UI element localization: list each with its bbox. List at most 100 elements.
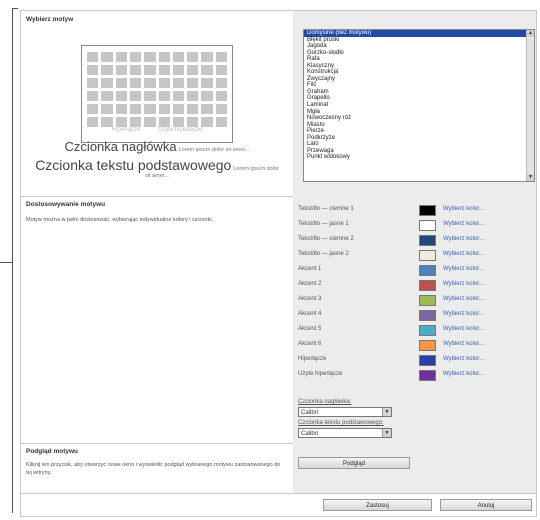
pick-color-link[interactable]: Wybierz kolor... <box>443 281 484 287</box>
thumbnail-cell <box>129 117 142 127</box>
color-row: Tekst/tło — ciemne 2 Wybierz kolor... <box>293 234 536 246</box>
thumbnail-cell <box>201 117 213 127</box>
thumbnail-cell <box>115 104 127 114</box>
scroll-down-icon[interactable]: ▼ <box>527 174 534 181</box>
thumbnail-cell <box>172 65 185 75</box>
thumbnail-cell <box>144 78 156 88</box>
thumbnail-cell <box>215 52 227 62</box>
color-swatch[interactable] <box>419 295 436 306</box>
thumbnail-cell <box>158 52 170 62</box>
pick-color-link[interactable]: Wybierz kolor... <box>443 341 484 347</box>
color-row: Tekst/tło — jasne 2 Wybierz kolor... <box>293 249 536 261</box>
color-label: Tekst/tło — ciemne 1 <box>298 206 354 212</box>
select-theme-section: Wybierz motyw Hiperłącze Użyte hiperłącz… <box>21 11 536 197</box>
thumbnail-cell <box>172 78 185 88</box>
theme-listbox[interactable]: Domyślne (bez motywu) Błękit pruski Jagoda… <box>303 29 535 182</box>
apply-button[interactable]: Zastosuj <box>323 499 432 511</box>
thumbnail-cell <box>187 91 199 101</box>
thumbnail-cell <box>215 91 227 101</box>
thumbnail-cell <box>115 78 127 88</box>
thumbnail-cell <box>101 91 113 101</box>
thumbnail-cell <box>101 65 113 75</box>
chevron-down-icon[interactable]: ▼ <box>382 429 391 437</box>
color-swatch[interactable] <box>419 340 436 351</box>
color-swatch[interactable] <box>419 325 436 336</box>
preview-body-lorem-2: sit amet... <box>145 173 169 179</box>
thumbnail-cell <box>115 117 127 127</box>
preview-button[interactable]: Podgląd <box>298 457 410 469</box>
pick-color-link[interactable]: Wybierz kolor... <box>443 356 484 362</box>
theme-settings-page: Wybierz motyw Hiperłącze Użyte hiperłącz… <box>20 10 537 517</box>
thumbnail-cell <box>115 52 127 62</box>
thumbnail-cell <box>201 104 213 114</box>
thumbnail-cell <box>101 117 113 127</box>
thumbnail-cell <box>87 104 99 114</box>
color-row: Akcent 2 Wybierz kolor... <box>293 279 536 291</box>
color-label: Akcent 5 <box>298 326 322 332</box>
thumbnail-cell <box>129 65 142 75</box>
pick-color-link[interactable]: Wybierz kolor... <box>443 251 484 257</box>
thumbnail-cell <box>87 52 99 62</box>
thumbnail-cell <box>187 104 199 114</box>
thumbnail-cell <box>201 65 213 75</box>
preview-info: Podgląd motywu Kliknij ten przycisk, aby… <box>21 443 293 493</box>
color-swatch[interactable] <box>419 205 436 216</box>
color-swatch[interactable] <box>419 235 436 246</box>
color-swatch[interactable] <box>419 355 436 366</box>
color-swatch[interactable] <box>419 310 436 321</box>
pick-color-link[interactable]: Wybierz kolor... <box>443 296 484 302</box>
body-font-label: Czcionka tekstu podstawowego: <box>298 420 384 426</box>
thumbnail-grid <box>87 52 227 130</box>
heading-font-select[interactable]: Calibri ▼ <box>298 407 392 417</box>
pick-color-link[interactable]: Wybierz kolor... <box>443 206 484 212</box>
thumbnail-cell <box>129 104 142 114</box>
thumbnail-cell <box>201 91 213 101</box>
thumbnail-cell <box>158 117 170 127</box>
color-swatch[interactable] <box>419 220 436 231</box>
thumbnail-cell <box>101 104 113 114</box>
body-font-select[interactable]: Calibri ▼ <box>298 428 392 438</box>
color-swatch[interactable] <box>419 265 436 276</box>
color-swatch[interactable] <box>419 250 436 261</box>
heading-font-label: Czcionka nagłówka: <box>298 399 352 405</box>
cancel-button[interactable]: Anuluj <box>440 499 532 511</box>
heading-font-value: Calibri <box>301 410 319 416</box>
thumbnail-cell <box>172 104 185 114</box>
thumbnail-cell <box>144 117 156 127</box>
pick-color-link[interactable]: Wybierz kolor... <box>443 236 484 242</box>
color-label: Akcent 6 <box>298 341 322 347</box>
theme-list-item[interactable]: Punkt widokowy <box>304 154 534 161</box>
customize-info: Dostosowywanie motywu Motyw można w pełn… <box>21 196 293 443</box>
pick-color-link[interactable]: Wybierz kolor... <box>443 371 484 377</box>
pick-color-link[interactable]: Wybierz kolor... <box>443 221 484 227</box>
color-label: Akcent 3 <box>298 296 322 302</box>
theme-list-items: Domyślne (bez motywu) Błękit pruski Jagoda… <box>304 30 534 161</box>
pick-color-link[interactable]: Wybierz kolor... <box>443 311 484 317</box>
preview-description: Kliknij ten przycisk, aby otworzyć nowe … <box>26 462 281 476</box>
preview-section: Podgląd motywu Kliknij ten przycisk, aby… <box>21 443 536 494</box>
thumbnail-cell <box>172 117 185 127</box>
preview-visited-hyperlink: Użyte hiperłącze <box>157 127 203 133</box>
pick-color-link[interactable]: Wybierz kolor... <box>443 266 484 272</box>
thumbnail-cell <box>87 117 99 127</box>
thumbnail-cell <box>215 78 227 88</box>
theme-list-area: Domyślne (bez motywu) Błękit pruski Jagoda… <box>293 11 536 196</box>
color-swatch[interactable] <box>419 370 436 381</box>
scroll-up-icon[interactable]: ▲ <box>527 30 534 37</box>
color-label: Akcent 1 <box>298 266 322 272</box>
chevron-down-icon[interactable]: ▼ <box>382 408 391 416</box>
color-label: Użyte hiperłącze <box>298 371 343 377</box>
theme-list-scrollbar[interactable]: ▲ ▼ <box>526 30 534 181</box>
color-label: Tekst/tło — jasne 1 <box>298 221 349 227</box>
color-swatch[interactable] <box>419 280 436 291</box>
body-font-value: Calibri <box>301 431 319 437</box>
thumbnail-cell <box>87 65 99 75</box>
pick-color-link[interactable]: Wybierz kolor... <box>443 326 484 332</box>
color-label: Akcent 4 <box>298 311 322 317</box>
preview-title: Podgląd motywu <box>26 448 78 455</box>
color-row: Akcent 3 Wybierz kolor... <box>293 294 536 306</box>
preview-heading-line: Czcionka nagłówka Lorem ipsum dolor sit … <box>21 139 293 154</box>
thumbnail-cell <box>187 117 199 127</box>
thumbnail-cell <box>201 78 213 88</box>
customize-section: Dostosowywanie motywu Motyw można w pełn… <box>21 196 536 444</box>
